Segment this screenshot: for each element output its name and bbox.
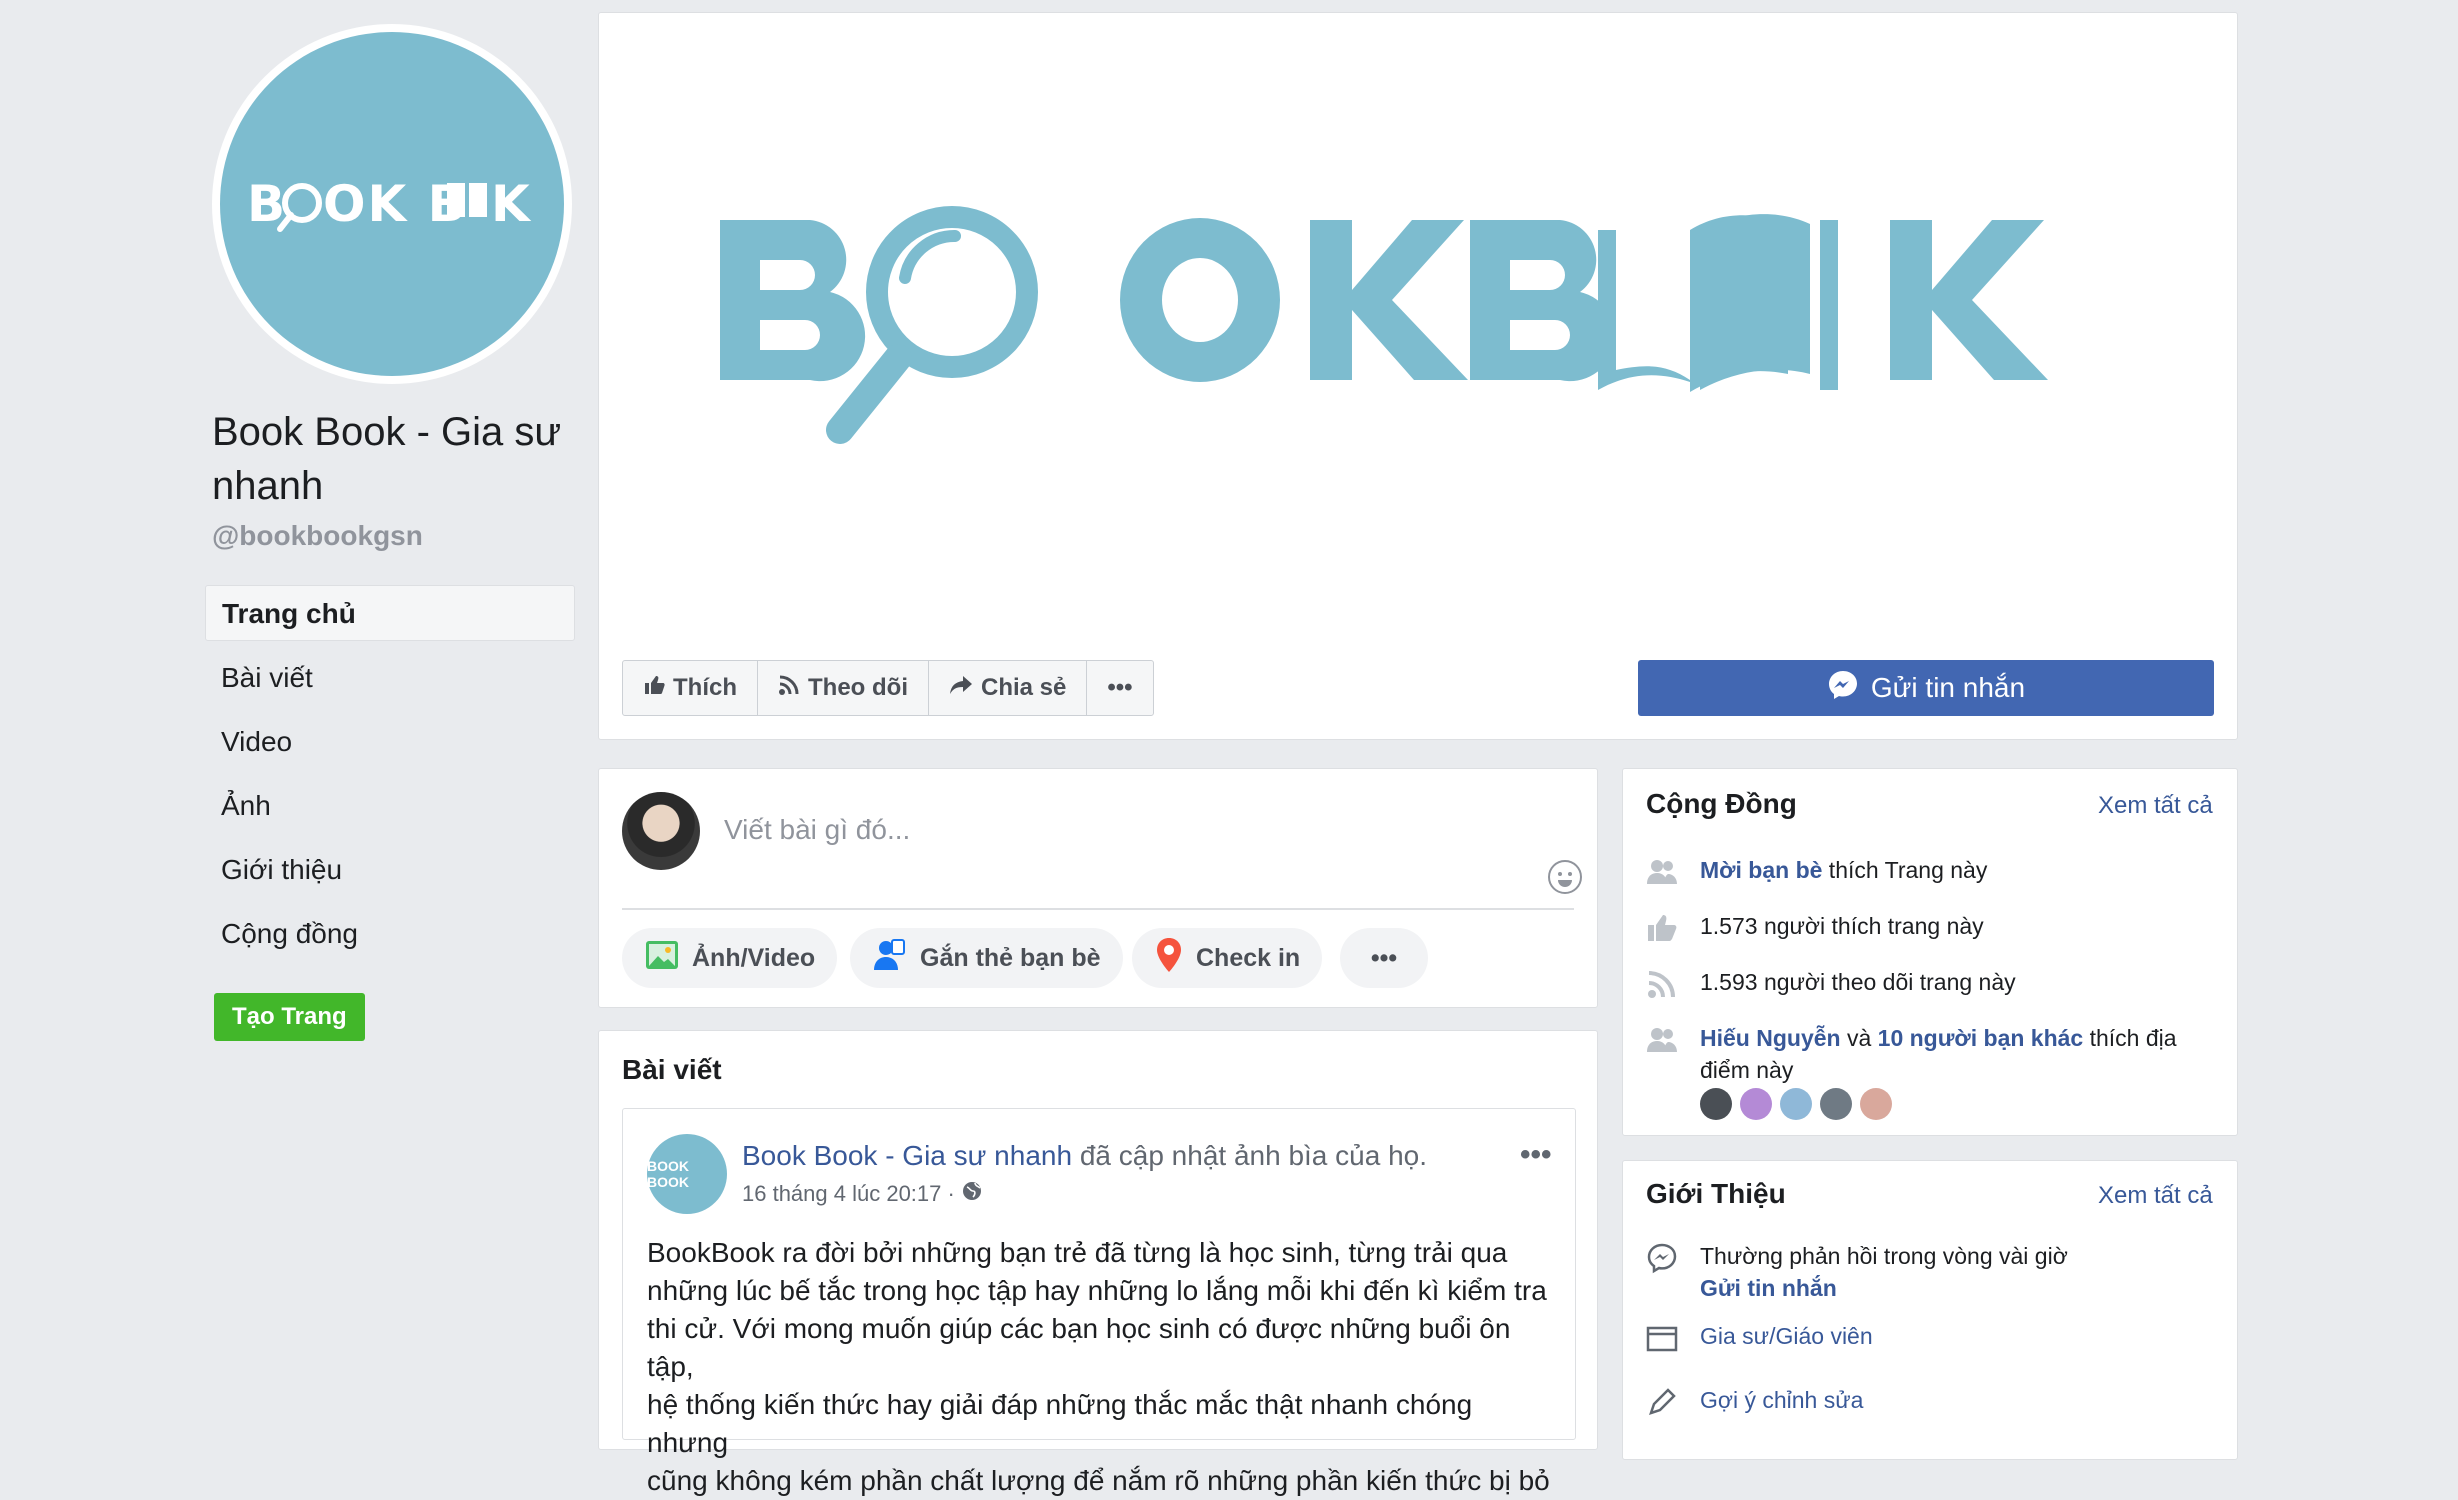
bookbook-logo-small: B OK B K: [247, 175, 532, 233]
friends-icon: [1647, 860, 1677, 884]
send-message-label: Gửi tin nhắn: [1870, 672, 2026, 703]
likes-count: 1.573 người thích trang này: [1700, 913, 1984, 939]
thumbs-up-icon: [1648, 915, 1677, 941]
post-body-line: hệ thống kiến thức hay giải đáp những th…: [647, 1389, 1473, 1458]
friend-and-text: và: [1840, 1025, 1878, 1051]
user-avatar[interactable]: [622, 792, 700, 870]
about-see-all-link[interactable]: Xem tất cả: [2098, 1182, 2213, 1210]
emoji-icon[interactable]: [1548, 860, 1582, 894]
suggest-edit-link[interactable]: Gợi ý chỉnh sửa: [1700, 1384, 1863, 1416]
friend-likes-text-2: điểm này: [1700, 1057, 1794, 1083]
nav-photos[interactable]: Ảnh: [205, 778, 575, 834]
avatar[interactable]: [1740, 1088, 1772, 1120]
post-action-text: đã cập nhật ảnh bìa của họ.: [1079, 1140, 1427, 1171]
like-label: Thích: [673, 674, 737, 701]
globe-icon: [961, 1180, 983, 1208]
send-message-button[interactable]: Gửi tin nhắn: [1638, 660, 2214, 716]
messenger-icon: [1827, 669, 1859, 708]
check-in-button[interactable]: Check in: [1132, 928, 1323, 988]
avatar[interactable]: [1820, 1088, 1852, 1120]
nav-posts[interactable]: Bài viết: [205, 650, 575, 706]
tag-friends-button[interactable]: Gắn thẻ bạn bè: [850, 928, 1123, 988]
like-button[interactable]: Thích: [623, 661, 758, 715]
invite-friends-text: thích Trang này: [1822, 857, 1988, 883]
profile-picture[interactable]: B OK B K: [212, 24, 572, 384]
nav-about[interactable]: Giới thiệu: [205, 842, 575, 898]
post-body-line: cũng không kém phần chất lượng để nắm rõ…: [647, 1465, 1550, 1496]
tag-friends-icon: [872, 938, 908, 979]
create-page-button[interactable]: Tạo Trang: [214, 993, 365, 1041]
nav-community[interactable]: Cộng đồng: [205, 906, 575, 962]
svg-text:K: K: [491, 175, 532, 233]
invite-friends-link[interactable]: Mời bạn bè: [1700, 857, 1822, 883]
post-body-line: thi cử. Với mong muốn giúp các bạn học s…: [647, 1313, 1511, 1382]
avatar[interactable]: [1780, 1088, 1812, 1120]
tag-friends-label: Gắn thẻ bạn bè: [920, 943, 1101, 972]
svg-text:OK B: OK B: [323, 175, 468, 233]
nav-home[interactable]: Trang chủ: [205, 585, 575, 641]
map-pin-icon: [1154, 936, 1184, 981]
post-options-button[interactable]: •••: [1520, 1138, 1552, 1172]
thumbs-up-icon: [643, 674, 665, 703]
photo-video-button[interactable]: Ảnh/Video: [622, 928, 838, 988]
post-timestamp[interactable]: 16 tháng 4 lúc 20:17 ·: [742, 1181, 955, 1207]
friend-avatars: [1700, 1088, 1892, 1120]
composer-input[interactable]: Viết bài gì đó...: [724, 814, 910, 846]
post-body: BookBook ra đời bởi những bạn trẻ đã từn…: [647, 1234, 1557, 1500]
nav-videos[interactable]: Video: [205, 714, 575, 770]
avatar[interactable]: [1700, 1088, 1732, 1120]
friend-likes-text: thích địa: [2083, 1025, 2177, 1051]
composer-divider: [622, 908, 1574, 910]
avatar[interactable]: [1860, 1088, 1892, 1120]
share-label: Chia sẻ: [980, 674, 1067, 701]
rss-icon: [1648, 971, 1675, 998]
more-actions-button[interactable]: •••: [1087, 661, 1152, 715]
follow-label: Theo dõi: [808, 674, 908, 701]
page-title: Book Book - Gia sư nhanh: [212, 410, 562, 508]
response-time: Thường phản hồi trong vòng vài giờ: [1700, 1243, 2068, 1269]
photo-icon: [644, 939, 680, 978]
post-author-link[interactable]: Book Book - Gia sư nhanh: [742, 1140, 1072, 1171]
posts-heading: Bài viết: [622, 1054, 722, 1085]
friends-icon: [1647, 1028, 1677, 1052]
cover-photo-logo[interactable]: [700, 190, 2140, 450]
about-heading: Giới Thiệu: [1646, 1178, 1786, 1209]
post-body-line: BookBook ra đời bởi những bạn trẻ đã từn…: [647, 1237, 1508, 1268]
other-friends-link[interactable]: 10 người bạn khác: [1878, 1025, 2084, 1051]
post-author-avatar[interactable]: BOOK BOOK: [647, 1134, 727, 1214]
share-arrow-icon: [949, 674, 973, 703]
community-see-all-link[interactable]: Xem tất cả: [2098, 792, 2213, 820]
page-handle[interactable]: @bookbookgsn: [212, 520, 423, 552]
pencil-icon: [1649, 1388, 1676, 1415]
check-in-label: Check in: [1196, 943, 1301, 972]
friend-name-link[interactable]: Hiếu Nguyễn: [1700, 1025, 1841, 1051]
about-send-message-link[interactable]: Gửi tin nhắn: [1700, 1272, 1837, 1304]
messenger-icon: [1647, 1243, 1677, 1274]
category-link[interactable]: Gia sư/Giáo viên: [1700, 1320, 1873, 1352]
post-body-line: những lúc bế tắc trong học tập hay những…: [647, 1275, 1547, 1306]
page-action-bar: Thích Theo dõi Chia sẻ •••: [622, 660, 1154, 716]
follow-button[interactable]: Theo dõi: [758, 661, 929, 715]
community-heading: Cộng Đồng: [1646, 788, 1797, 819]
category-icon: [1646, 1326, 1678, 1352]
composer-more-button[interactable]: •••: [1340, 928, 1428, 988]
followers-count: 1.593 người theo dõi trang này: [1700, 969, 2016, 995]
profile-logo: B OK B K: [220, 32, 564, 376]
rss-icon: [778, 674, 800, 703]
share-button[interactable]: Chia sẻ: [929, 661, 1088, 715]
photo-video-label: Ảnh/Video: [692, 943, 816, 972]
